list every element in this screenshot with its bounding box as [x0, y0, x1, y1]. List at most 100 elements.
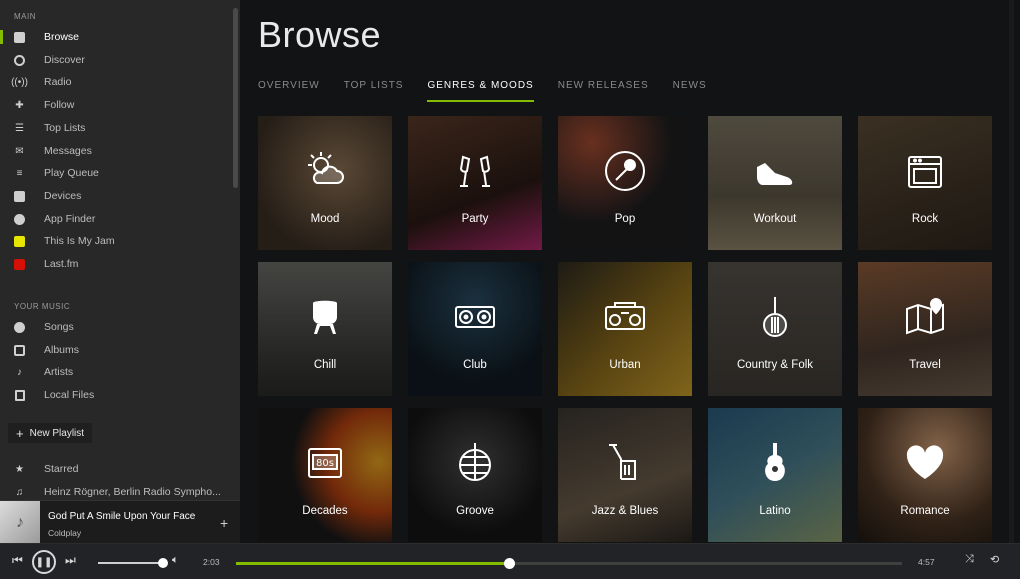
sidebar-item-app-finder[interactable]: App Finder: [0, 209, 232, 229]
main-section-heading: MAIN: [14, 12, 36, 21]
tab-overview[interactable]: OVERVIEW: [258, 80, 320, 102]
genre-tile-workout[interactable]: Workout: [708, 116, 842, 250]
sidebar-item-play-queue[interactable]: ≡ Play Queue: [0, 163, 232, 183]
app-finder-icon: [13, 213, 26, 226]
genre-tile-romance[interactable]: Romance: [858, 408, 992, 542]
spotify-app: MAIN Browse Discover ((•)) Radio ✚ Follo…: [0, 0, 1020, 579]
sidebar: MAIN Browse Discover ((•)) Radio ✚ Follo…: [0, 0, 240, 544]
browse-tabs: OVERVIEW TOP LISTS GENRES & MOODS NEW RE…: [258, 80, 707, 102]
sidebar-item-songs[interactable]: Songs: [0, 317, 232, 337]
genre-label: Decades: [302, 505, 348, 517]
sidebar-item-radio[interactable]: ((•)) Radio: [0, 72, 232, 92]
sidebar-item-top-lists[interactable]: ☰ Top Lists: [0, 118, 232, 138]
progress-bar[interactable]: [236, 558, 902, 569]
sidebar-item-local-files[interactable]: Local Files: [0, 385, 232, 405]
speaker-icon[interactable]: 🔈︎: [172, 554, 179, 567]
sidebar-item-devices[interactable]: Devices: [0, 186, 232, 206]
tab-new-releases[interactable]: NEW RELEASES: [558, 80, 649, 102]
follow-icon: ✚: [15, 99, 24, 111]
genre-tile-decades[interactable]: 80s Decades: [258, 408, 392, 542]
total-time: 4:57: [918, 557, 935, 567]
sidebar-item-browse[interactable]: Browse: [0, 27, 232, 47]
top-lists-icon: ☰: [15, 122, 24, 134]
sidebar-item-follow[interactable]: ✚ Follow: [0, 95, 232, 115]
genre-tile-chill[interactable]: Chill: [258, 262, 392, 396]
tab-top-lists[interactable]: TOP LISTS: [344, 80, 404, 102]
genre-label: Club: [463, 359, 487, 371]
elapsed-time: 2:03: [203, 557, 220, 567]
genre-label: Rock: [911, 213, 939, 225]
genre-label: Chill: [313, 359, 337, 371]
sidebar-scrollbar[interactable]: [233, 8, 238, 188]
genre-tile-pop[interactable]: Pop: [558, 116, 692, 250]
albums-icon: [13, 344, 26, 357]
genre-tile-mood[interactable]: Mood: [258, 116, 392, 250]
microphone-icon: [600, 146, 650, 196]
volume-slider[interactable]: [98, 558, 168, 568]
champagne-icon: [450, 146, 500, 196]
genre-tile-country-folk[interactable]: Country & Folk: [708, 262, 842, 396]
genre-tile-club[interactable]: Club: [408, 262, 542, 396]
sidebar-item-this-is-my-jam[interactable]: This Is My Jam: [0, 231, 232, 251]
star-icon: ★: [15, 463, 24, 475]
genre-grid: Mood Party Pop Workout Rock Chill Club U…: [258, 116, 992, 542]
genre-tile-party[interactable]: Party: [408, 116, 542, 250]
add-to-playlist-button[interactable]: +: [220, 515, 228, 531]
genre-tile-rock[interactable]: Rock: [858, 116, 992, 250]
devices-icon: [13, 190, 26, 203]
messages-icon: ✉: [15, 145, 24, 157]
tab-genres-moods[interactable]: GENRES & MOODS: [427, 80, 534, 102]
disco-ball-icon: [450, 438, 500, 488]
dj-deck-icon: [450, 292, 500, 342]
next-track-icon[interactable]: ⏭: [65, 553, 76, 568]
sidebar-item-messages[interactable]: ✉ Messages: [0, 141, 232, 161]
genre-tile-travel[interactable]: Travel: [858, 262, 992, 396]
repeat-icon[interactable]: ⟲: [990, 553, 999, 566]
browse-icon: [13, 31, 26, 44]
sidebar-item-albums[interactable]: Albums: [0, 340, 232, 360]
map-pin-icon: [900, 292, 950, 342]
main-content: Browse OVERVIEW TOP LISTS GENRES & MOODS…: [240, 0, 1020, 543]
genre-tile-jazz-blues[interactable]: Jazz & Blues: [558, 408, 692, 542]
genre-label: Travel: [909, 359, 941, 371]
new-playlist-label: New Playlist: [29, 427, 85, 439]
new-playlist-button[interactable]: + New Playlist: [8, 423, 93, 443]
sidebar-item-playlist[interactable]: ♫ Heinz Rögner, Berlin Radio Sympho...: [0, 482, 232, 502]
songs-icon: [13, 321, 26, 334]
heart-icon: [900, 438, 950, 488]
progress-knob[interactable]: [504, 558, 516, 569]
sidebar-item-discover[interactable]: Discover: [0, 50, 232, 70]
shuffle-icon[interactable]: ⤨: [965, 553, 974, 566]
player-bar: ⏮ ❚❚ ⏭ 🔈︎ 2:03 4:57 ⤨ ⟲: [0, 543, 1020, 579]
guitar-icon: [750, 438, 800, 488]
genre-label: Workout: [753, 213, 797, 225]
volume-knob[interactable]: [157, 558, 168, 568]
weather-icon: [300, 146, 350, 196]
sidebar-item-lastfm[interactable]: Last.fm: [0, 254, 232, 274]
pause-button[interactable]: ❚❚: [32, 550, 56, 574]
genre-tile-groove[interactable]: Groove: [408, 408, 542, 542]
plus-icon: +: [16, 425, 24, 441]
genre-label: Romance: [900, 505, 950, 517]
your-music-heading: YOUR MUSIC: [14, 302, 71, 311]
play-queue-icon: ≡: [16, 167, 23, 179]
boombox-icon: [600, 292, 650, 342]
genre-label: Mood: [310, 213, 340, 225]
previous-track-icon[interactable]: ⏮: [12, 553, 23, 568]
now-playing-artist[interactable]: Coldplay: [48, 528, 81, 538]
genre-tile-urban[interactable]: Urban: [558, 262, 692, 396]
page-title: Browse: [258, 14, 382, 55]
now-playing-track[interactable]: God Put A Smile Upon Your Face: [48, 511, 195, 522]
tab-news[interactable]: NEWS: [673, 80, 707, 102]
amplifier-icon: [900, 146, 950, 196]
sidebar-item-starred[interactable]: ★ Starred: [0, 459, 232, 479]
album-art[interactable]: ♪: [0, 501, 40, 544]
genre-tile-latino[interactable]: Latino: [708, 408, 842, 542]
jam-icon: [13, 235, 26, 248]
cassette-80s-icon: 80s: [300, 438, 350, 488]
genre-label: Pop: [614, 213, 636, 225]
main-scrollbar[interactable]: [1009, 0, 1014, 543]
sidebar-item-artists[interactable]: ♪ Artists: [0, 362, 232, 382]
svg-text:80s: 80s: [316, 458, 334, 469]
banjo-icon: [750, 292, 800, 342]
